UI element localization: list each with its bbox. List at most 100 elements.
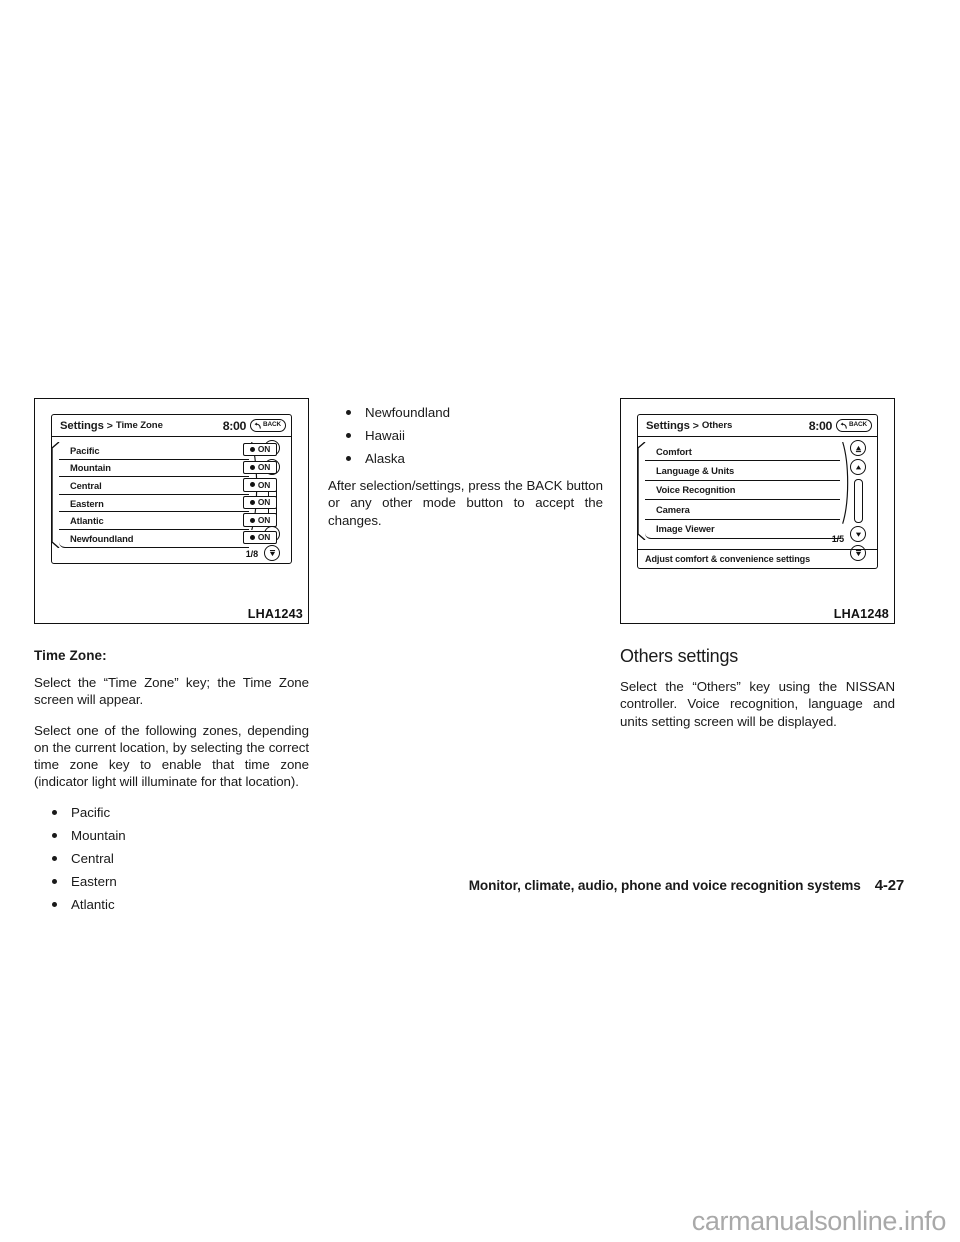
figure-others-screen: Settings > Others 8:00 BACK Comfort Lang…: [620, 398, 895, 624]
list-item[interactable]: Pacific ON: [59, 442, 277, 460]
toggle-on-indicator[interactable]: ON: [243, 460, 277, 474]
figure-caption: LHA1248: [832, 607, 890, 621]
list-item-label: Newfoundland: [70, 532, 134, 544]
bullet-item: Central: [34, 850, 309, 867]
toggle-label: ON: [257, 462, 271, 473]
toggle-on-indicator[interactable]: ON: [243, 513, 277, 527]
toggle-label: ON: [257, 514, 271, 525]
breadcrumb-root: Settings: [60, 419, 104, 432]
list-item[interactable]: Eastern ON: [59, 495, 277, 513]
list-item[interactable]: Voice Recognition: [645, 481, 840, 501]
footer-chapter-title: Monitor, climate, audio, phone and voice…: [468, 878, 861, 893]
screen-title-bar: Settings > Others 8:00 BACK: [638, 415, 877, 437]
screen-body: Pacific ON Mountain ON Central ON Easter…: [52, 437, 291, 563]
list-item[interactable]: Atlantic ON: [59, 512, 277, 530]
toggle-label: ON: [257, 444, 271, 455]
left-column: Settings > Time Zone 8:00 BACK Pacific O…: [34, 398, 309, 919]
paragraph-time-zone-1: Select the “Time Zone” key; the Time Zon…: [34, 675, 309, 708]
scroll-to-top-icon: [855, 445, 861, 452]
nav-display-others: Settings > Others 8:00 BACK Comfort Lang…: [637, 414, 878, 569]
bullet-item: Mountain: [34, 827, 309, 844]
manual-page: Settings > Time Zone 8:00 BACK Pacific O…: [0, 0, 960, 1242]
toggle-label: ON: [257, 479, 271, 490]
list-item-label: Language & Units: [656, 465, 735, 477]
list-item[interactable]: Central ON: [59, 477, 277, 495]
page-indicator: 1/5: [831, 534, 844, 544]
paragraph-after-selection: After selection/settings, press the BACK…: [328, 478, 603, 528]
list-item[interactable]: Comfort: [645, 442, 840, 462]
indicator-dot-icon: [249, 499, 255, 505]
others-list: Comfort Language & Units Voice Recogniti…: [638, 442, 849, 540]
breadcrumb-root: Settings: [646, 419, 690, 432]
page-indicator: 1/8: [245, 549, 258, 559]
list-item-label: Voice Recognition: [656, 484, 736, 496]
page-footer: Monitor, climate, audio, phone and voice…: [468, 877, 905, 894]
back-arrow-icon: [254, 422, 261, 429]
list-item-label: Eastern: [70, 497, 104, 509]
list-item-label: Image Viewer: [656, 523, 715, 535]
section-heading-time-zone: Time Zone:: [34, 648, 107, 663]
scroll-down-icon: [855, 532, 861, 537]
indicator-dot-icon: [249, 517, 255, 523]
list-item-label: Central: [70, 479, 102, 491]
scroll-controls: [850, 440, 872, 567]
status-bar-text: Adjust comfort & convenience settings: [645, 554, 811, 564]
time-zone-list: Pacific ON Mountain ON Central ON Easter…: [52, 442, 277, 548]
breadcrumb-separator: >: [106, 419, 113, 432]
list-item[interactable]: Newfoundland ON: [59, 530, 277, 548]
scroll-to-bottom-button[interactable]: [264, 545, 280, 561]
scroll-up-button[interactable]: [850, 459, 866, 475]
paragraph-others-settings: Select the “Others” key using the NISSAN…: [620, 679, 895, 729]
list-item[interactable]: Language & Units: [645, 461, 840, 481]
list-item[interactable]: Camera: [645, 500, 840, 520]
screen-title-bar: Settings > Time Zone 8:00 BACK: [52, 415, 291, 437]
bullet-item: Eastern: [34, 873, 309, 890]
list-item-label: Camera: [656, 503, 690, 515]
nav-display-time-zone: Settings > Time Zone 8:00 BACK Pacific O…: [51, 414, 292, 564]
toggle-label: ON: [257, 532, 271, 543]
scroll-to-top-button[interactable]: [850, 440, 866, 456]
toggle-on-indicator[interactable]: ON: [243, 530, 277, 545]
scroll-down-button[interactable]: [850, 526, 866, 542]
back-button-label: BACK: [848, 421, 867, 429]
back-button-label: BACK: [262, 421, 281, 429]
watermark: carmanualsonline.info: [691, 1206, 947, 1236]
screen-body: Comfort Language & Units Voice Recogniti…: [638, 437, 877, 568]
middle-column: Newfoundland Hawaii Alaska After selecti…: [328, 398, 603, 529]
toggle-on-indicator[interactable]: ON: [243, 478, 277, 492]
right-column: Settings > Others 8:00 BACK Comfort Lang…: [620, 398, 895, 730]
bullet-item: Hawaii: [328, 427, 603, 444]
time-zone-bullet-list-continued: Newfoundland Hawaii Alaska: [328, 404, 603, 467]
list-item-label: Pacific: [70, 444, 100, 456]
back-button[interactable]: BACK: [249, 419, 286, 432]
scroll-to-bottom-icon: [269, 549, 275, 556]
toggle-on-indicator[interactable]: ON: [243, 495, 277, 510]
toggle-label: ON: [257, 497, 271, 508]
bullet-item: Alaska: [328, 450, 603, 467]
list-item[interactable]: Mountain ON: [59, 460, 277, 478]
back-arrow-icon: [840, 422, 847, 429]
section-heading-others-settings: Others settings: [620, 646, 739, 666]
list-item-label: Mountain: [70, 462, 111, 474]
breadcrumb-current: Others: [701, 420, 733, 431]
figure-time-zone-screen: Settings > Time Zone 8:00 BACK Pacific O…: [34, 398, 309, 624]
clock-display: 8:00: [808, 418, 833, 433]
list-item-label: Comfort: [656, 445, 692, 457]
breadcrumb-separator: >: [692, 419, 699, 432]
indicator-dot-icon: [249, 447, 255, 453]
scrollbar-track[interactable]: [853, 479, 863, 523]
list-item-label: Atlantic: [70, 515, 104, 527]
toggle-on-indicator[interactable]: ON: [243, 443, 277, 457]
status-bar: Adjust comfort & convenience settings: [638, 549, 877, 568]
list-item[interactable]: Image Viewer: [645, 520, 840, 539]
footer-page-number: 4-27: [874, 877, 904, 894]
indicator-dot-icon: [249, 482, 255, 488]
figure-caption: LHA1243: [246, 607, 304, 621]
indicator-dot-icon: [249, 464, 255, 470]
time-zone-bullet-list: Pacific Mountain Central Eastern Atlanti…: [34, 804, 309, 913]
back-button[interactable]: BACK: [835, 419, 872, 432]
bullet-item: Pacific: [34, 804, 309, 821]
paragraph-time-zone-2: Select one of the following zones, depen…: [34, 722, 309, 790]
bullet-item: Atlantic: [34, 896, 309, 913]
indicator-dot-icon: [249, 535, 255, 541]
